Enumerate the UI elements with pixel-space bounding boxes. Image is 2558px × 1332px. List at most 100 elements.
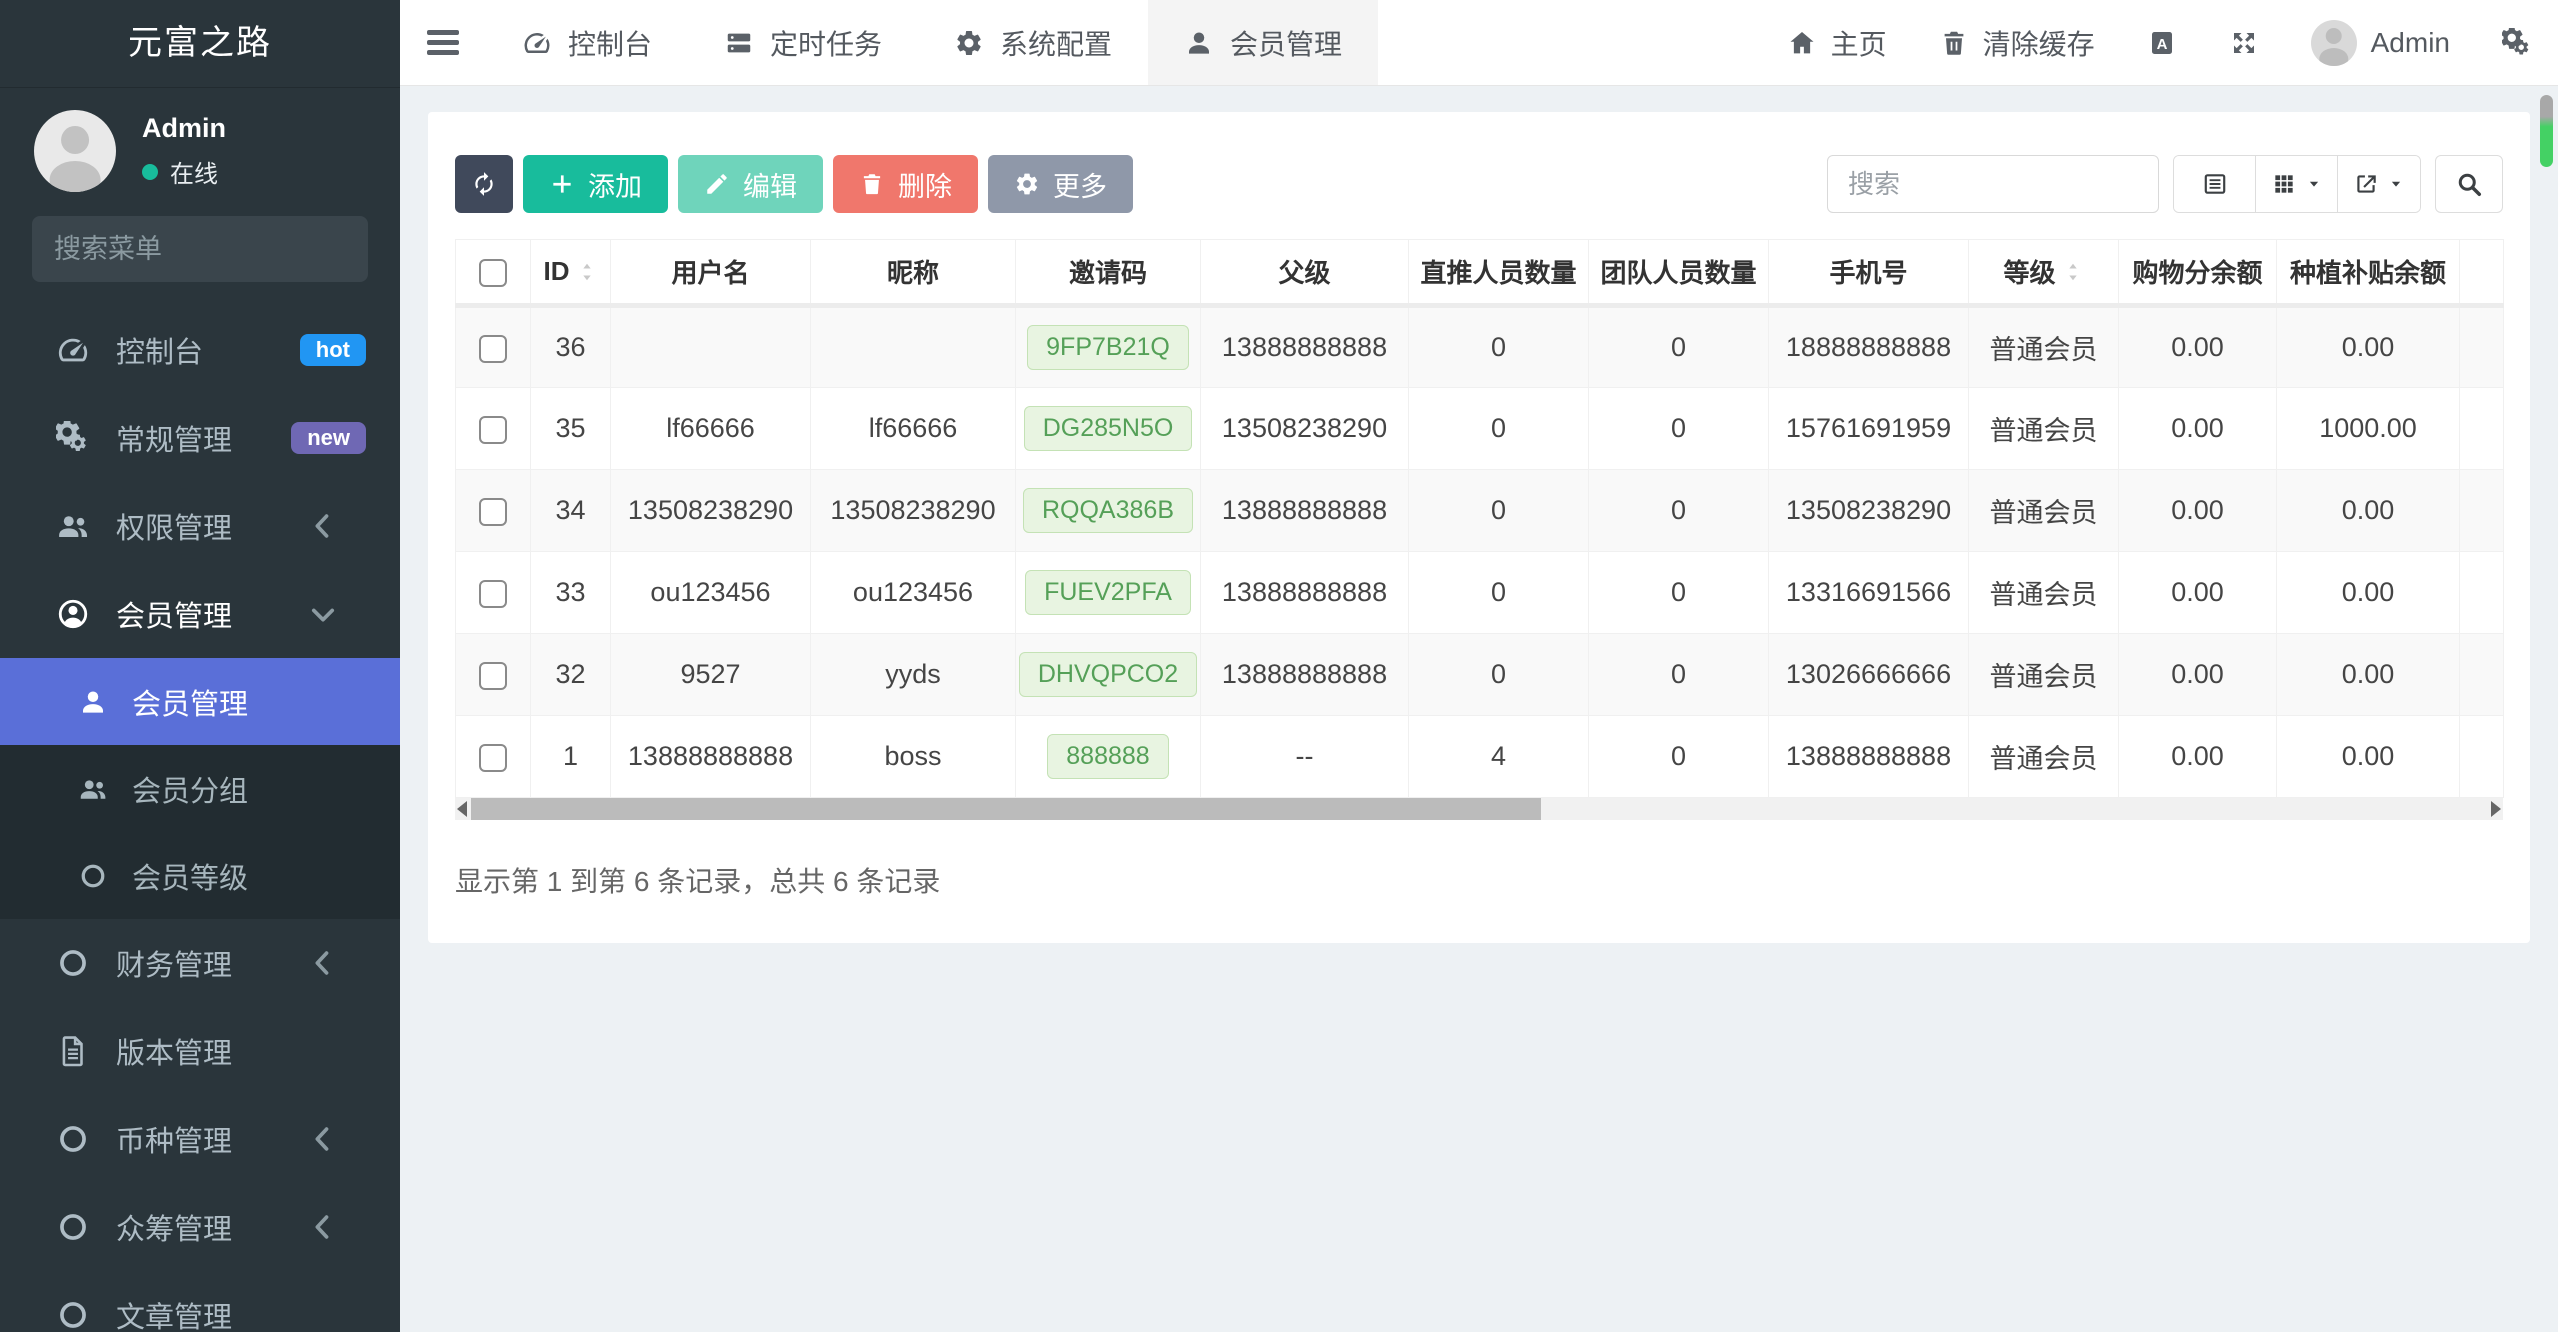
table-card: 添加 编辑 删除 更多 搜索 ID 用户名 昵称 邀请码 父级 直推人员数量 团… [428,112,2530,943]
caret-down-icon [2305,175,2323,193]
user-menu[interactable]: Admin [2285,0,2476,85]
column-header-level[interactable]: 等级 [1968,239,2119,308]
list-icon [2202,171,2228,197]
online-dot-icon [142,163,158,180]
column-header-shopping-balance: 购物分余额 [2118,239,2277,308]
more-button[interactable]: 更多 [988,155,1133,213]
row-checkbox[interactable] [479,661,507,690]
gears-icon [2502,28,2532,58]
chevron-down-icon [306,597,340,631]
home-link[interactable]: 主页 [1761,0,1913,85]
gauge-icon [56,333,90,367]
circle-icon [56,946,90,980]
fullscreen-button[interactable] [2203,0,2285,85]
settings-button[interactable] [2476,0,2558,85]
users-icon [56,509,90,543]
tab-dashboard[interactable]: 控制台 [486,0,688,85]
topbar: 控制台 定时任务 系统配置 会员管理 主页 清除缓存 Admin [400,0,2558,86]
plus-icon [549,171,575,197]
topbar-right: 主页 清除缓存 Admin [1761,0,2558,85]
row-checkbox[interactable] [479,334,507,363]
gear-icon [954,28,984,58]
user-icon [1184,28,1214,58]
table-row: 33 ou123456 ou123456 FUEV2PFA 1388888888… [455,551,2504,634]
page-scrollbar-thumb[interactable] [2540,95,2553,167]
refresh-icon [471,171,497,197]
horizontal-scrollbar-thumb[interactable] [471,798,1541,820]
sidebar-item-members[interactable]: 会员管理 [0,570,400,658]
sidebar-item-currency[interactable]: 币种管理 [0,1095,400,1183]
tab-system-config[interactable]: 系统配置 [918,0,1148,85]
circle-icon [56,1298,90,1332]
row-checkbox[interactable] [479,579,507,608]
gear-icon [1014,171,1040,197]
table-row: 35 lf66666 lf66666 DG285N5O 13508238290 … [455,387,2504,470]
sidebar-item-permissions[interactable]: 权限管理 [0,482,400,570]
toggle-pagination-button[interactable] [2174,156,2256,212]
columns-button[interactable] [2256,156,2338,212]
horizontal-scrollbar[interactable] [455,798,2503,820]
row-checkbox[interactable] [479,497,507,526]
delete-button[interactable]: 删除 [833,155,978,213]
language-button[interactable] [2121,0,2203,85]
row-checkbox[interactable] [479,743,507,772]
select-all-checkbox[interactable] [479,259,507,288]
members-table: ID 用户名 昵称 邀请码 父级 直推人员数量 团队人员数量 手机号 等级 购物… [455,239,2504,798]
user-icon [78,687,108,717]
sidebar-item-general[interactable]: 常规管理 new [0,394,400,482]
export-icon [2353,171,2379,197]
column-header-parent: 父级 [1200,239,1409,308]
circle-icon [56,1210,90,1244]
sidebar-item-versions[interactable]: 版本管理 [0,1007,400,1095]
home-icon [1787,28,1817,58]
refresh-button[interactable] [455,155,513,213]
column-header-plant-balance: 种植补贴余额 [2276,239,2460,308]
column-header-id[interactable]: ID [530,239,611,308]
table-row: 32 9527 yyds DHVQPCO2 13888888888 0 0 13… [455,633,2504,716]
scroll-left-arrow-icon[interactable] [457,801,467,817]
table-toolbar: 添加 编辑 删除 更多 [455,155,2503,213]
user-panel: Admin 在线 [0,88,400,208]
main-content: 添加 编辑 删除 更多 搜索 ID 用户名 昵称 邀请码 父级 直推人员数量 团… [400,86,2558,1332]
sidebar-search-input[interactable] [54,233,408,265]
row-checkbox[interactable] [479,415,507,444]
tab-scheduled-tasks[interactable]: 定时任务 [688,0,918,85]
invite-code-badge: DHVQPCO2 [1018,652,1198,697]
submenu-item-member-levels[interactable]: 会员等级 [0,832,400,919]
add-button[interactable]: 添加 [523,155,668,213]
table-row: 36 9FP7B21Q 13888888888 0 0 18888888888 … [455,305,2504,388]
invite-code-badge: 888888 [1047,734,1169,779]
submenu-item-member-groups[interactable]: 会员分组 [0,745,400,832]
scroll-right-arrow-icon[interactable] [2491,801,2501,817]
circle-icon [56,1122,90,1156]
invite-code-badge: 9FP7B21Q [1027,325,1189,370]
table-search-input[interactable] [1827,155,2159,213]
sidebar-toggle-button[interactable] [400,0,486,85]
tab-member-management[interactable]: 会员管理 [1148,0,1379,85]
chevron-left-icon [306,946,340,980]
file-icon [56,1034,90,1068]
sidebar-item-finance[interactable]: 财务管理 [0,919,400,1007]
sidebar-item-crowdfunding[interactable]: 众筹管理 [0,1183,400,1271]
new-badge: new [291,422,366,454]
search-submit-button[interactable] [2435,155,2503,213]
clear-cache-button[interactable]: 清除缓存 [1913,0,2121,85]
language-icon [2147,28,2177,58]
users-icon [78,774,108,804]
column-header-partial [2459,239,2504,308]
app-title: 元富之路 [0,0,400,88]
toolbar-right [1827,155,2503,213]
avatar [2310,19,2357,66]
edit-button[interactable]: 编辑 [678,155,823,213]
export-button[interactable] [2338,156,2420,212]
gears-icon [56,421,90,455]
sidebar-search [32,216,408,282]
hamburger-icon [427,25,459,60]
circle-icon [78,861,108,891]
sidebar: 元富之路 Admin 在线 控制台 hot 常规管理 new 权限管理 [0,0,408,1332]
table-row: 34 13508238290 13508238290 RQQA386B 1388… [455,469,2504,552]
submenu-item-member-management[interactable]: 会员管理 [0,658,400,745]
sidebar-item-dashboard[interactable]: 控制台 hot [0,306,400,394]
pagination-summary: 显示第 1 到第 6 条记录，总共 6 条记录 [455,866,941,897]
sidebar-item-articles[interactable]: 文章管理 [0,1271,400,1332]
